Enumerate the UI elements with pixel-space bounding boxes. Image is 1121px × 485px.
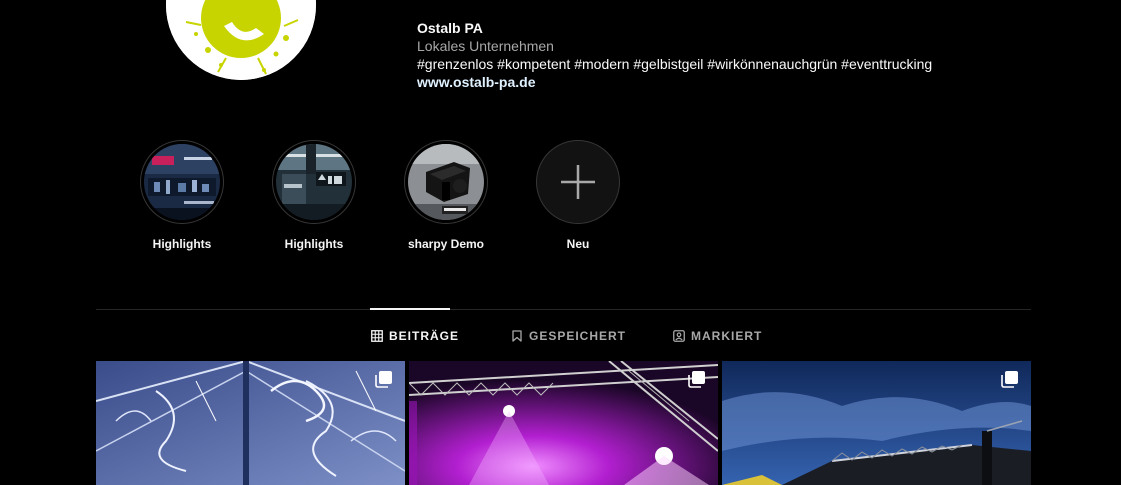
tab-label: BEITRÄGE: [389, 329, 460, 343]
highlight-thumbnail: [276, 144, 352, 220]
post-image: [722, 361, 1031, 485]
tab-saved[interactable]: GESPEICHERT: [511, 329, 626, 343]
brand-logo-icon: [166, 0, 316, 80]
highlight-item-1[interactable]: Highlights: [122, 140, 242, 251]
profile-name: Ostalb PA: [417, 20, 483, 36]
post-image: [409, 361, 718, 485]
highlight-item-3[interactable]: sharpy Demo: [386, 140, 506, 251]
profile-bio: Ostalb PA Lokales Unternehmen #grenzenlo…: [417, 19, 932, 91]
profile-hashtags[interactable]: #grenzenlos #kompetent #modern #gelbistg…: [417, 55, 932, 73]
tagged-user-icon: [673, 330, 685, 342]
tab-tagged[interactable]: MARKIERT: [673, 329, 762, 343]
tab-posts[interactable]: BEITRÄGE: [371, 329, 459, 343]
tabs-divider: [96, 309, 1031, 310]
highlight-label: Highlights: [284, 237, 344, 251]
profile-website-link[interactable]: www.ostalb-pa.de: [417, 73, 932, 91]
post-tile-3[interactable]: [722, 361, 1031, 485]
profile-category: Lokales Unternehmen: [417, 38, 554, 54]
highlight-item-2[interactable]: Highlights: [254, 140, 374, 251]
new-highlight-ring[interactable]: [536, 140, 620, 224]
multiple-photos-icon: [688, 371, 705, 388]
highlight-ring[interactable]: [140, 140, 224, 224]
post-tile-1[interactable]: [96, 361, 405, 485]
active-tab-indicator: [370, 308, 450, 310]
highlight-ring[interactable]: [404, 140, 488, 224]
multiple-photos-icon: [375, 371, 392, 388]
bookmark-icon: [512, 330, 522, 342]
highlight-thumbnail: [408, 144, 484, 220]
highlight-thumbnail: [144, 144, 220, 220]
highlight-label: Highlights: [152, 237, 212, 251]
tab-label: GESPEICHERT: [529, 329, 627, 343]
post-tile-2[interactable]: [409, 361, 718, 485]
profile-avatar[interactable]: [166, 0, 316, 80]
highlight-ring[interactable]: [272, 140, 356, 224]
post-image: [96, 361, 405, 485]
new-highlight-button[interactable]: Neu: [518, 140, 638, 251]
multiple-photos-icon: [1001, 371, 1018, 388]
grid-icon: [371, 330, 383, 342]
plus-icon: [561, 165, 595, 199]
highlight-label: sharpy Demo: [407, 237, 485, 251]
tab-label: MARKIERT: [691, 329, 763, 343]
highlight-label: Neu: [566, 237, 590, 251]
